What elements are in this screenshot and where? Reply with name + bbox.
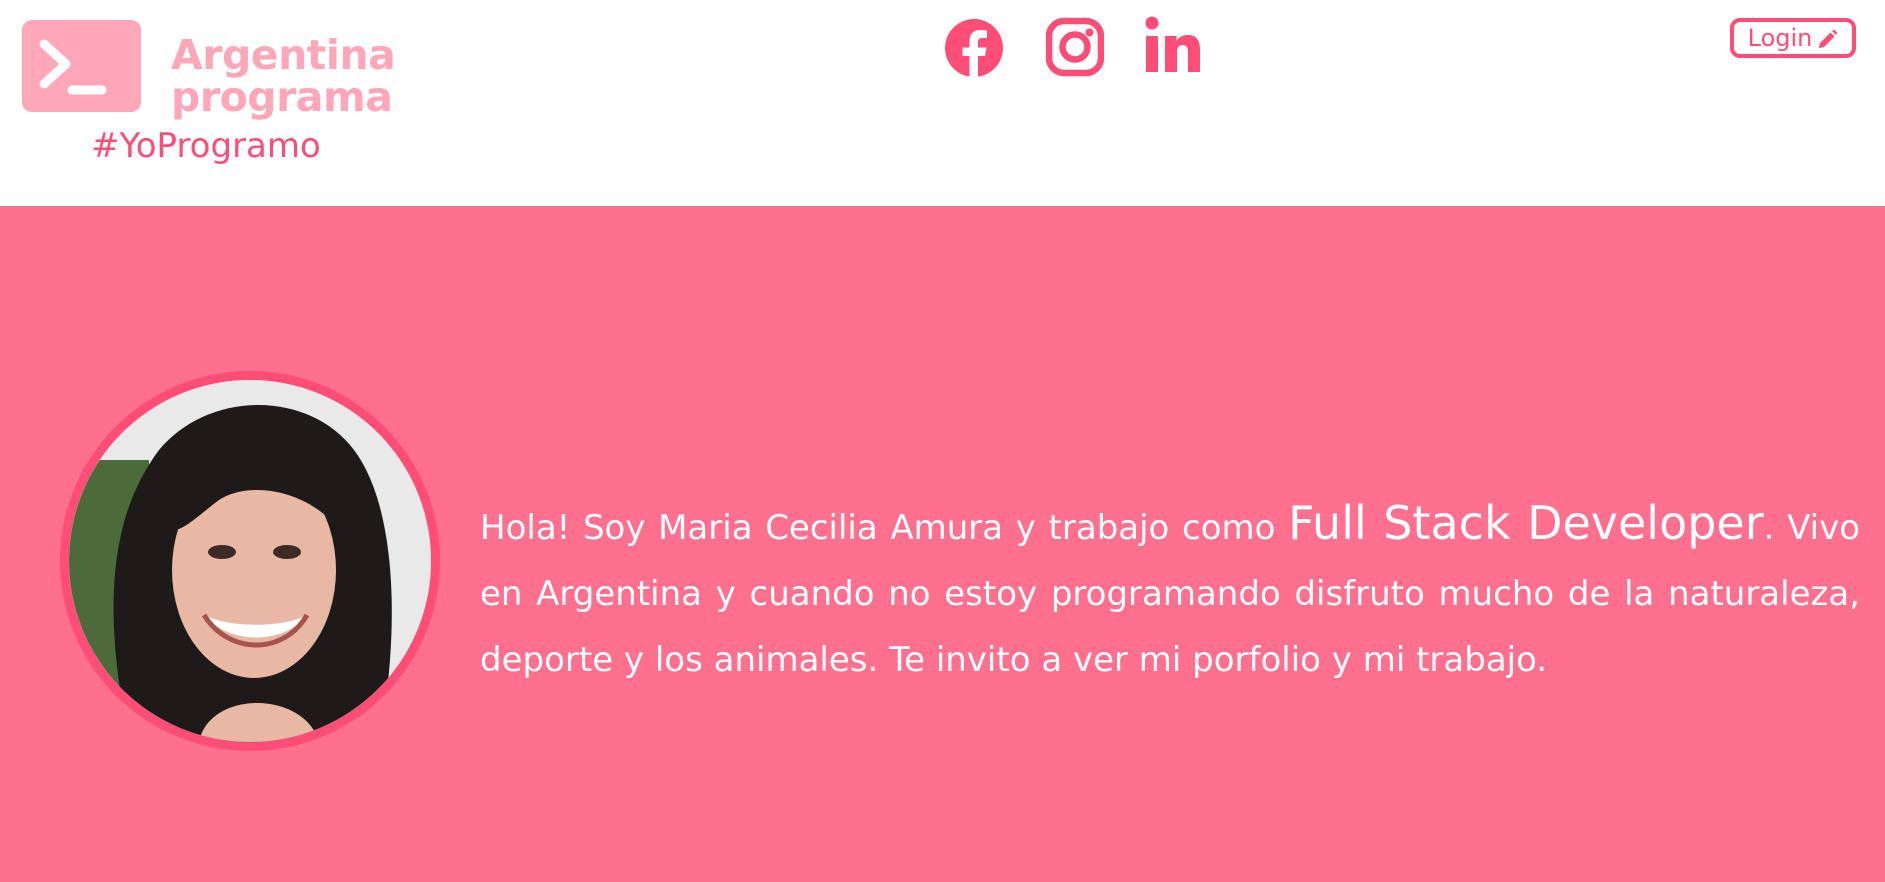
- site-header: Argentina programa #YoProgramo Login: [0, 0, 1885, 206]
- login-button[interactable]: Login: [1730, 18, 1856, 58]
- role-title: Full Stack Developer: [1288, 496, 1764, 550]
- terminal-logo-icon[interactable]: [22, 20, 141, 112]
- intro-text-start: Hola! Soy Maria Cecilia Amura y trabajo …: [480, 508, 1289, 548]
- linkedin-icon[interactable]: [1144, 14, 1202, 84]
- brand-name[interactable]: Argentina programa: [171, 31, 396, 121]
- pencil-icon: [1816, 27, 1838, 49]
- intro-paragraph: Hola! Soy Maria Cecilia Amura y trabajo …: [480, 490, 1860, 693]
- brand-line-2: programa: [171, 73, 393, 121]
- login-label: Login: [1747, 24, 1813, 52]
- hashtag-text: #YoProgramo: [91, 126, 321, 166]
- hero-section: Hola! Soy Maria Cecilia Amura y trabajo …: [0, 206, 1885, 882]
- brand-line-1: Argentina: [171, 31, 396, 79]
- facebook-icon[interactable]: [944, 14, 1004, 84]
- profile-photo: [60, 371, 440, 751]
- instagram-icon[interactable]: [1046, 14, 1104, 84]
